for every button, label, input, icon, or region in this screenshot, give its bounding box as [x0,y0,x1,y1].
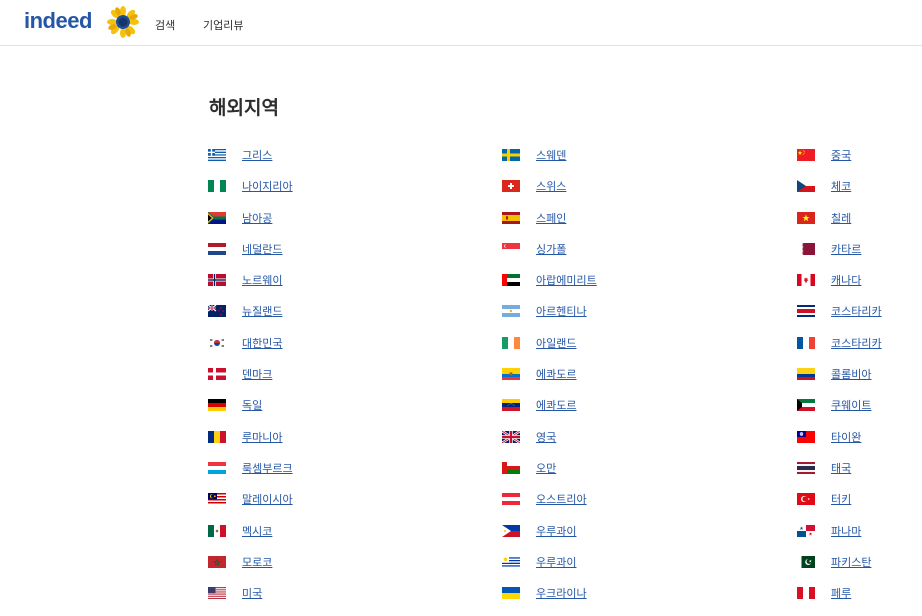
luxembourg-flag-icon [208,461,226,474]
pakistan-flag-icon [797,555,815,568]
qatar-flag-icon [797,242,815,255]
philippines-flag-icon [502,524,520,537]
czech-flag-icon [797,180,815,193]
country-link[interactable]: 말레이시아 [242,491,293,507]
country-link[interactable]: 에콰도르 [536,397,576,413]
country-link[interactable]: 우루과이 [536,523,576,539]
country-link[interactable]: 뉴질랜드 [242,303,282,319]
china-flag-icon [797,149,815,161]
venezuela-flag-icon [502,399,520,412]
country-link[interactable]: 모로코 [242,554,272,570]
country-link[interactable]: 중국 [831,147,851,163]
country-link[interactable]: 노르웨이 [242,272,282,288]
country-link[interactable]: 코스타리카 [831,335,882,351]
country-link[interactable]: 덴마크 [242,366,272,382]
mexico-flag-icon [208,524,226,537]
country-link[interactable]: 네덜란드 [242,241,282,257]
greece-flag-icon [208,149,226,161]
norway-flag-icon [208,274,226,287]
nav-search-link[interactable]: 검색 [155,17,175,33]
malaysia-flag-icon [208,493,226,506]
top-header: indeed 검색 기업리뷰 [0,0,922,46]
uruguay-flag-icon [502,555,520,568]
country-link[interactable]: 남아공 [242,210,272,226]
argentina-flag-icon [502,305,520,318]
country-link[interactable]: 타이완 [831,429,861,445]
singapore-flag-icon [502,242,520,255]
country-link[interactable]: 멕시코 [242,523,272,539]
nav-company-reviews-link[interactable]: 기업리뷰 [203,17,243,33]
switzerland-flag-icon [502,180,520,193]
oman-flag-icon [502,461,520,474]
netherlands-flag-icon [208,242,226,255]
south-korea-flag-icon [208,336,226,349]
canada-flag-icon [797,274,815,287]
country-link[interactable]: 우크라이나 [536,585,587,601]
ireland-flag-icon [502,336,520,349]
taiwan-flag-icon [797,430,815,443]
uae-flag-icon [502,274,520,287]
turkey-flag-icon [797,493,815,506]
country-link[interactable]: 콜롬비아 [831,366,871,382]
ecuador-flag-icon [502,368,520,381]
country-link[interactable]: 싱가폴 [536,241,566,257]
country-link[interactable]: 스페인 [536,210,566,226]
denmark-flag-icon [208,368,226,381]
country-link[interactable]: 카타르 [831,241,861,257]
country-link[interactable]: 캐나다 [831,272,861,288]
country-link[interactable]: 아일랜드 [536,335,576,351]
new-zealand-flag-icon [208,305,226,318]
austria-flag-icon [502,493,520,506]
country-link[interactable]: 태국 [831,460,851,476]
vietnam-flag-icon [797,211,815,224]
country-link[interactable]: 페루 [831,585,851,601]
colombia-flag-icon [797,368,815,381]
france-flag-icon [797,336,815,349]
country-link[interactable]: 룩셈부르크 [242,460,293,476]
page-title: 해외지역 [209,97,279,119]
country-link[interactable]: 영국 [536,429,556,445]
sweden-flag-icon [502,149,520,161]
romania-flag-icon [208,430,226,443]
country-link[interactable]: 에콰도르 [536,366,576,382]
morocco-flag-icon [208,555,226,568]
country-link[interactable]: 스웨덴 [536,147,566,163]
country-link[interactable]: 미국 [242,585,262,601]
country-link[interactable]: 터키 [831,491,851,507]
country-link[interactable]: 쿠웨이트 [831,397,871,413]
south-africa-flag-icon [208,211,226,224]
country-link[interactable]: 나이지리아 [242,178,293,194]
ukraine-flag-icon [502,587,520,600]
germany-flag-icon [208,399,226,412]
country-link[interactable]: 아르헨티나 [536,303,587,319]
panama-flag-icon [797,524,815,537]
country-link[interactable]: 체코 [831,178,851,194]
country-link[interactable]: 칠레 [831,210,851,226]
country-link[interactable]: 스위스 [536,178,566,194]
country-link[interactable]: 우루과이 [536,554,576,570]
usa-flag-icon [208,587,226,600]
thailand-flag-icon [797,461,815,474]
uk-flag-icon [502,430,520,443]
country-link[interactable]: 오스트리아 [536,491,587,507]
country-link[interactable]: 독일 [242,397,262,413]
country-link[interactable]: 그리스 [242,147,272,163]
costa-rica-flag-icon [797,305,815,318]
nigeria-flag-icon [208,180,226,193]
indeed-logo[interactable]: indeed [24,8,92,34]
kuwait-flag-icon [797,399,815,412]
country-link[interactable]: 아랍에미리트 [536,272,597,288]
country-link[interactable]: 파나마 [831,523,861,539]
peru-flag-icon [797,587,815,600]
country-link[interactable]: 루마니아 [242,429,282,445]
spain-flag-icon [502,211,520,224]
country-link[interactable]: 오만 [536,460,556,476]
country-link[interactable]: 코스타리카 [831,303,882,319]
country-link[interactable]: 대한민국 [242,335,282,351]
sunflower-icon [107,6,139,38]
country-link[interactable]: 파키스탄 [831,554,871,570]
